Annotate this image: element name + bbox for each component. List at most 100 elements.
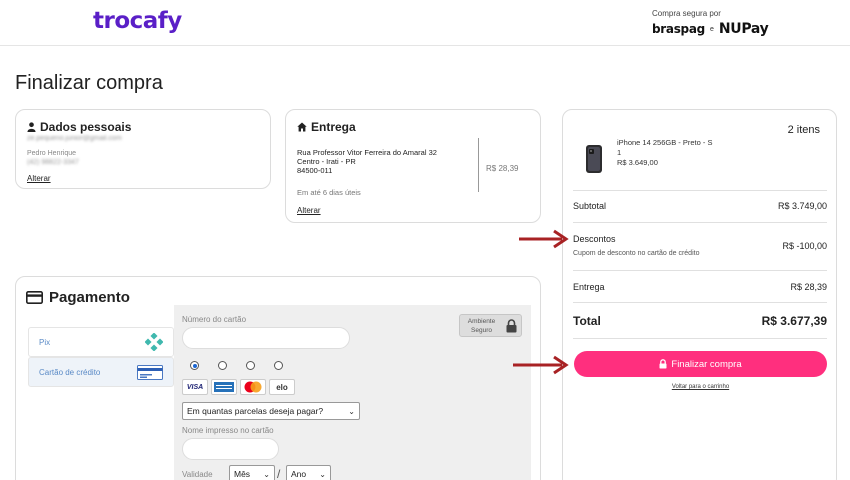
- validity-slash: /: [277, 467, 281, 480]
- lock-icon: [659, 359, 667, 369]
- payment-methods: Pix Cartão de crédito: [28, 327, 174, 387]
- shipping-value: R$ 28,39: [790, 282, 827, 292]
- product-info: iPhone 14 256GB - Preto - S 1 R$ 3.649,0…: [617, 138, 712, 174]
- chevron-down-icon: ⌄: [263, 469, 270, 479]
- discount-label-group: Descontos Cupom de desconto no cartão de…: [573, 234, 699, 257]
- delivery-price: R$ 28,39: [486, 164, 519, 173]
- divider: [573, 302, 827, 303]
- discount-value: R$ -100,00: [782, 241, 827, 251]
- payment-card: Pagamento Pix Cartão de crédito Número d…: [15, 276, 541, 480]
- pix-icon: [145, 333, 163, 351]
- month-value: Mês: [234, 469, 251, 479]
- payment-title-text: Pagamento: [49, 289, 130, 306]
- delivery-time: Em até 6 dias úteis: [297, 188, 361, 197]
- personal-data-title: Dados pessoais: [27, 120, 259, 134]
- mastercard-icon: [244, 381, 262, 393]
- year-select[interactable]: Ano ⌄: [286, 465, 331, 480]
- card-name-label: Nome impresso no cartão: [182, 426, 274, 435]
- back-to-cart-link[interactable]: Voltar para o carrinho: [563, 384, 838, 390]
- subtotal-row: Subtotal R$ 3.749,00: [573, 201, 827, 211]
- secure-environment-line1: Ambiente: [467, 318, 496, 325]
- address-street: Rua Professor Vitor Ferreira do Amaral 3…: [297, 148, 437, 157]
- card-brand-logos: VISA elo: [182, 379, 295, 395]
- total-value: R$ 3.677,39: [761, 314, 827, 328]
- divider: [573, 190, 827, 191]
- discount-row: Descontos Cupom de desconto no cartão de…: [573, 234, 827, 257]
- radio-visa[interactable]: [190, 361, 199, 370]
- header: trocafy Compra segura por braspag e NUPa…: [0, 0, 850, 46]
- subtotal-value: R$ 3.749,00: [777, 201, 827, 211]
- total-label: Total: [573, 314, 601, 328]
- secure-environment-badge: Ambiente Seguro: [459, 314, 522, 337]
- shipping-label: Entrega: [573, 282, 605, 292]
- validity-label: Validade: [182, 470, 213, 479]
- personal-data-title-text: Dados pessoais: [40, 120, 132, 134]
- annotation-arrow-finalize: [513, 355, 569, 375]
- elo-logo: elo: [269, 379, 295, 395]
- card-brand-radios: [190, 361, 283, 370]
- braspag-logo: braspag: [652, 22, 705, 36]
- lock-icon: [506, 319, 517, 333]
- credit-card-icon: [137, 364, 163, 380]
- payment-title: Pagamento: [26, 289, 130, 306]
- home-icon: [297, 122, 307, 132]
- delivery-title: Entrega: [297, 120, 529, 134]
- product-name: iPhone 14 256GB - Preto - S: [617, 138, 713, 147]
- visa-logo: VISA: [182, 379, 208, 395]
- discount-sublabel: Cupom de desconto no cartão de crédito: [573, 250, 700, 257]
- subtotal-label: Subtotal: [573, 201, 607, 211]
- year-value: Ano: [291, 469, 307, 479]
- product-qty: 1: [617, 148, 622, 157]
- annotation-arrow-discount: [519, 229, 569, 249]
- credit-card-label: Cartão de crédito: [39, 367, 101, 377]
- product-price: R$ 3.649,00: [617, 158, 658, 167]
- radio-amex[interactable]: [218, 361, 227, 370]
- trocafy-logo[interactable]: trocafy: [93, 8, 182, 34]
- divider: [573, 270, 827, 271]
- pix-label: Pix: [39, 337, 51, 347]
- radio-elo[interactable]: [274, 361, 283, 370]
- nupay-logo: NUPay: [718, 21, 769, 37]
- chevron-down-icon: ⌄: [319, 469, 326, 479]
- secure-environment-line2: Seguro: [471, 327, 492, 334]
- finalize-purchase-label: Finalizar compra: [671, 358, 742, 370]
- card-name-input[interactable]: [182, 438, 279, 460]
- user-icon: [27, 122, 36, 132]
- items-count: 2 itens: [787, 124, 820, 136]
- installments-value: Em quantas parcelas deseja pagar?: [187, 406, 324, 416]
- payment-method-pix[interactable]: Pix: [28, 327, 174, 357]
- delivery-title-text: Entrega: [311, 120, 356, 134]
- payment-brands: braspag e NUPay: [652, 21, 769, 37]
- change-delivery-link[interactable]: Alterar: [297, 206, 321, 215]
- order-summary-card: 2 itens iPhone 14 256GB - Preto - S 1 R$…: [562, 109, 837, 480]
- month-select[interactable]: Mês ⌄: [229, 465, 275, 480]
- radio-mastercard[interactable]: [246, 361, 255, 370]
- mastercard-logo: [240, 379, 266, 395]
- customer-email: ze.pequeno.junior@gmail.com: [27, 135, 122, 142]
- delivery-divider: [478, 138, 479, 192]
- card-number-input[interactable]: [182, 327, 350, 349]
- customer-phone: (42) 98822-3347: [27, 159, 79, 166]
- personal-data-card: Dados pessoais ze.pequeno.junior@gmail.c…: [15, 109, 271, 189]
- shipping-row: Entrega R$ 28,39: [573, 282, 827, 292]
- discount-label: Descontos: [573, 234, 616, 244]
- divider: [573, 222, 827, 223]
- customer-name: Pedro Henrique: [27, 150, 77, 157]
- delivery-card: Entrega Rua Professor Vitor Ferreira do …: [285, 109, 541, 223]
- credit-card-form: Número do cartão Ambiente Seguro VISA el…: [174, 305, 531, 480]
- product-item: iPhone 14 256GB - Preto - S 1 R$ 3.649,0…: [583, 138, 712, 174]
- divider: [573, 338, 827, 339]
- payment-method-credit-card[interactable]: Cartão de crédito: [28, 357, 174, 387]
- amex-icon: [214, 382, 234, 392]
- page-title: Finalizar compra: [15, 72, 163, 94]
- brand-and: e: [709, 25, 714, 33]
- change-personal-data-link[interactable]: Alterar: [27, 174, 259, 183]
- secure-purchase-badge: Compra segura por braspag e NUPay: [652, 9, 769, 37]
- chevron-down-icon: ⌄: [348, 406, 355, 416]
- finalize-purchase-button[interactable]: Finalizar compra: [574, 351, 827, 377]
- total-row: Total R$ 3.677,39: [573, 314, 827, 328]
- credit-card-icon: [26, 291, 43, 304]
- installments-select[interactable]: Em quantas parcelas deseja pagar? ⌄: [182, 402, 360, 420]
- secure-label: Compra segura por: [652, 9, 721, 18]
- card-number-label: Número do cartão: [182, 315, 247, 324]
